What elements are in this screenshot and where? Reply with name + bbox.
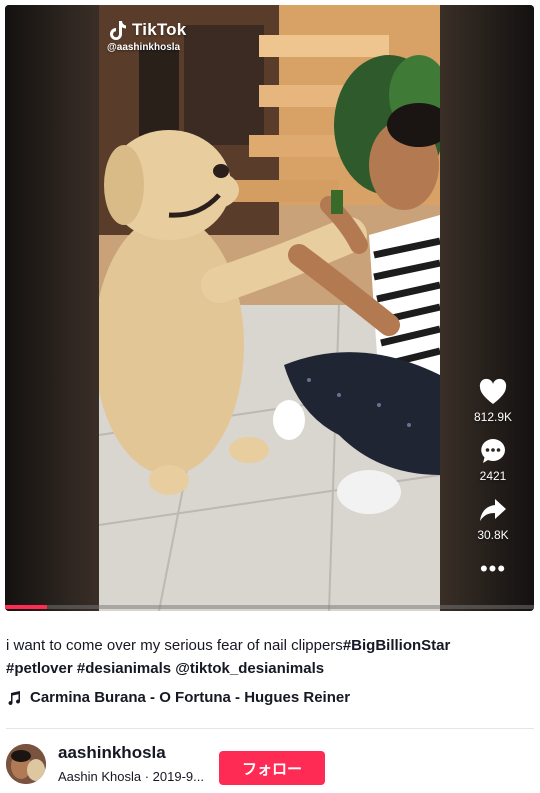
share-button[interactable]: 30.8K xyxy=(477,495,509,542)
video-caption: i want to come over my serious fear of n… xyxy=(6,634,531,680)
avatar[interactable] xyxy=(6,743,46,784)
video-progress-fill xyxy=(5,605,48,609)
like-count: 812.9K xyxy=(473,410,513,424)
mention-link[interactable]: @tiktok_desianimals xyxy=(175,660,324,677)
tiktok-brand-text: TikTok xyxy=(132,20,187,39)
comment-button[interactable]: 2421 xyxy=(478,436,508,483)
video-progress-bar[interactable] xyxy=(5,605,534,609)
author-username[interactable]: aashinkhosla xyxy=(58,743,204,763)
divider xyxy=(6,728,534,729)
caption-text: i want to come over my serious fear of n… xyxy=(6,637,343,654)
heart-icon xyxy=(479,378,507,404)
action-rail: 812.9K 2421 30.8K ••• xyxy=(463,377,523,580)
music-link[interactable]: Carmina Burana - O Fortuna - Hugues Rein… xyxy=(6,689,350,706)
hashtag-link[interactable]: #petlover xyxy=(6,660,73,677)
comment-icon xyxy=(481,439,505,463)
hashtag-link[interactable]: #desianimals xyxy=(77,660,171,677)
video-blur-left xyxy=(5,5,99,611)
follow-button[interactable]: フォロー xyxy=(219,751,325,785)
watermark-handle: @aashinkhosla xyxy=(107,42,181,53)
tiktok-watermark: TikTok xyxy=(108,19,186,41)
video-frame xyxy=(99,5,440,611)
video-scene-illustration xyxy=(99,5,440,611)
like-button[interactable]: 812.9K xyxy=(474,377,512,424)
music-title: Carmina Burana - O Fortuna - Hugues Rein… xyxy=(30,689,351,706)
comment-count: 2421 xyxy=(479,469,507,483)
hashtag-link[interactable]: #BigBillionStar xyxy=(343,637,451,654)
share-count: 30.8K xyxy=(477,528,509,542)
music-note-icon xyxy=(8,690,21,705)
tiktok-logo-icon xyxy=(110,21,126,40)
more-icon[interactable]: ••• xyxy=(480,558,506,580)
video-player[interactable]: TikTok @aashinkhosla 812.9K 2421 30.8K •… xyxy=(5,5,534,611)
share-icon xyxy=(479,499,506,521)
author-meta: Aashin Khosla · 2019-9... xyxy=(58,769,204,784)
avatar-image xyxy=(6,743,46,784)
author-info[interactable]: aashinkhosla Aashin Khosla · 2019-9... xyxy=(6,743,204,784)
